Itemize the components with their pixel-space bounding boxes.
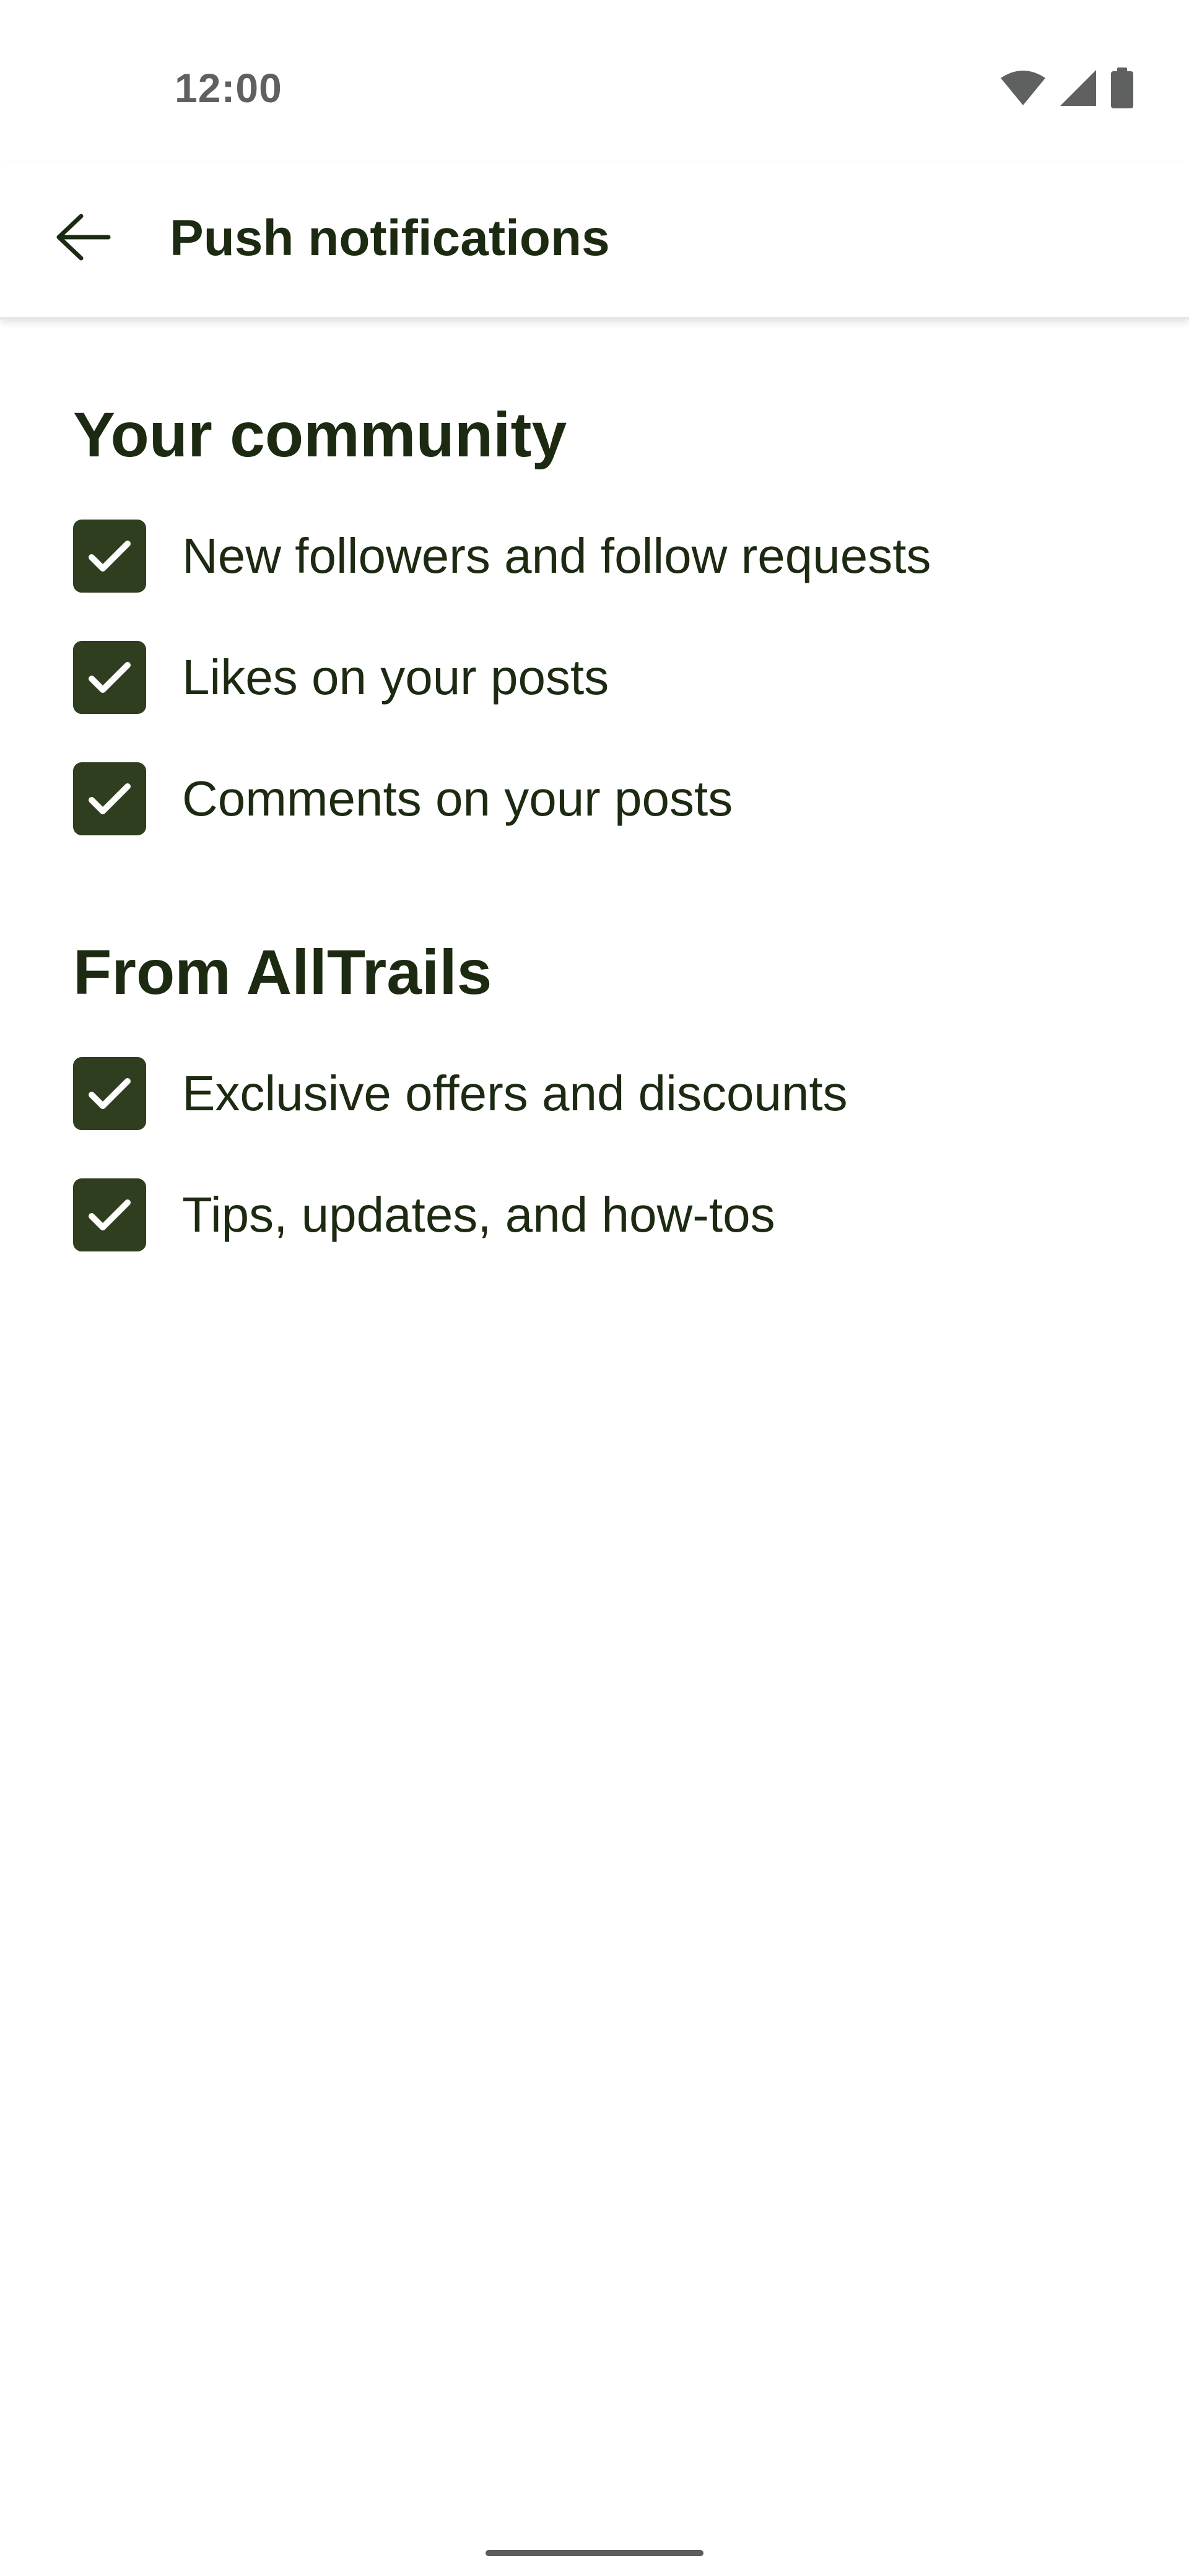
- checkbox-row-offers[interactable]: Exclusive offers and discounts: [73, 1033, 1126, 1154]
- section-title: From AllTrails: [73, 937, 492, 1007]
- checkbox-checked-icon[interactable]: [73, 1057, 146, 1130]
- checkbox-row-comments[interactable]: Comments on your posts: [73, 738, 1126, 859]
- status-time: 12:00: [175, 65, 282, 111]
- page-title: Push notifications: [170, 210, 610, 266]
- checkbox-row-tips[interactable]: Tips, updates, and how-tos: [73, 1154, 1126, 1276]
- checkbox-row-likes[interactable]: Likes on your posts: [73, 617, 1126, 738]
- checkbox-label: Exclusive offers and discounts: [182, 1066, 848, 1121]
- section-your-community: Your community New followers and follow …: [73, 396, 1126, 859]
- checkbox-checked-icon[interactable]: [73, 762, 146, 835]
- checkbox-checked-icon[interactable]: [73, 641, 146, 714]
- checkbox-label: Tips, updates, and how-tos: [182, 1187, 775, 1242]
- back-button[interactable]: [43, 198, 124, 279]
- section-title: Your community: [73, 399, 567, 470]
- app-bar: Push notifications: [0, 161, 1189, 320]
- arrow-left-icon: [54, 212, 113, 265]
- status-icons: [1000, 67, 1135, 111]
- checkbox-checked-icon[interactable]: [73, 520, 146, 593]
- settings-content: Your community New followers and follow …: [73, 396, 1126, 1276]
- section-from-alltrails: From AllTrails Exclusive offers and disc…: [73, 934, 1126, 1276]
- checkbox-label: Comments on your posts: [182, 771, 733, 826]
- cell-signal-icon: [1059, 69, 1097, 110]
- checkbox-label: New followers and follow requests: [182, 528, 931, 583]
- wifi-icon: [1000, 69, 1047, 110]
- checkbox-checked-icon[interactable]: [73, 1178, 146, 1251]
- status-bar: 12:00: [0, 0, 1189, 161]
- checkbox-label: Likes on your posts: [182, 650, 609, 705]
- checkbox-row-new-followers[interactable]: New followers and follow requests: [73, 495, 1126, 617]
- battery-icon: [1110, 67, 1135, 111]
- gesture-nav-handle[interactable]: [486, 2550, 703, 2556]
